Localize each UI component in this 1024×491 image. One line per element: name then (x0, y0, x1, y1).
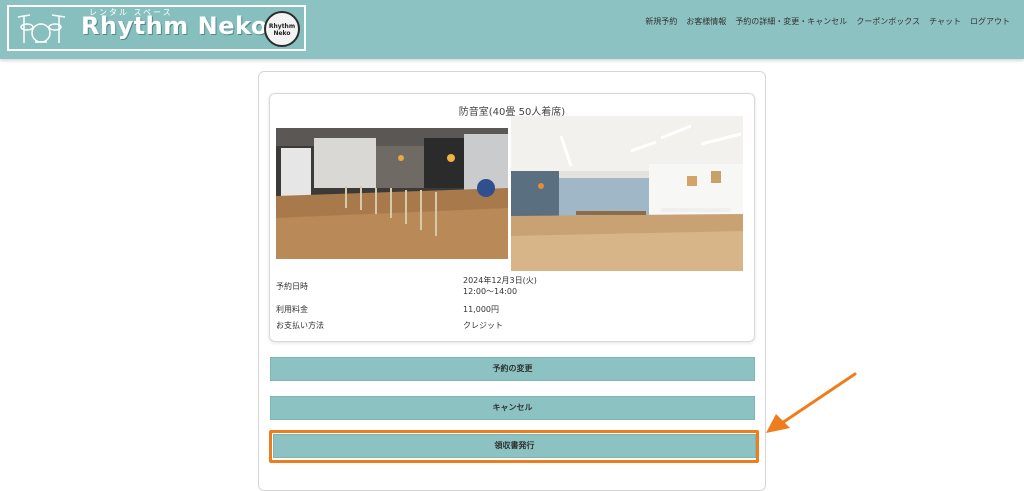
pointer-arrow-icon (766, 372, 857, 433)
nav-coupon-box[interactable]: クーポンボックス (856, 16, 920, 27)
room-photo-seating (276, 128, 508, 259)
cancel-button[interactable]: キャンセル (270, 396, 755, 420)
issue-receipt-button[interactable]: 領収書発行 (273, 434, 756, 458)
value-fee: 11,000円 (463, 305, 499, 314)
badge-line1: Rhythm (268, 23, 296, 30)
label-reservation-datetime: 予約日時 (276, 282, 308, 291)
main-nav: 新規予約 お客様情報 予約の詳細・変更・キャンセル クーポンボックス チャット … (645, 16, 1010, 27)
nav-customer-info[interactable]: お客様情報 (686, 16, 726, 27)
nav-logout[interactable]: ログアウト (970, 16, 1010, 27)
logo-badge: Rhythm Neko (264, 11, 300, 47)
value-reservation-date: 2024年12月3日(火) (463, 276, 537, 285)
nav-chat[interactable]: チャット (929, 16, 961, 27)
label-fee: 利用料金 (276, 305, 308, 314)
site-header: レンタル スペース Rhythm Neko Rhythm Neko 新規予約 お… (0, 0, 1024, 59)
badge-line2: Neko (273, 30, 291, 37)
nav-reservation-details[interactable]: 予約の詳細・変更・キャンセル (735, 16, 847, 27)
change-reservation-button[interactable]: 予約の変更 (270, 357, 755, 381)
nav-new-reservation[interactable]: 新規予約 (645, 16, 677, 27)
logo-text: Rhythm Neko (81, 12, 268, 40)
value-reservation-time: 12:00～14:00 (463, 287, 518, 296)
label-payment-method: お支払い方法 (276, 321, 324, 330)
room-photo-hall (511, 116, 743, 271)
drum-kit-icon (17, 14, 66, 43)
value-payment-method: クレジット (463, 321, 503, 330)
site-logo[interactable]: レンタル スペース Rhythm Neko Rhythm Neko (7, 5, 306, 51)
